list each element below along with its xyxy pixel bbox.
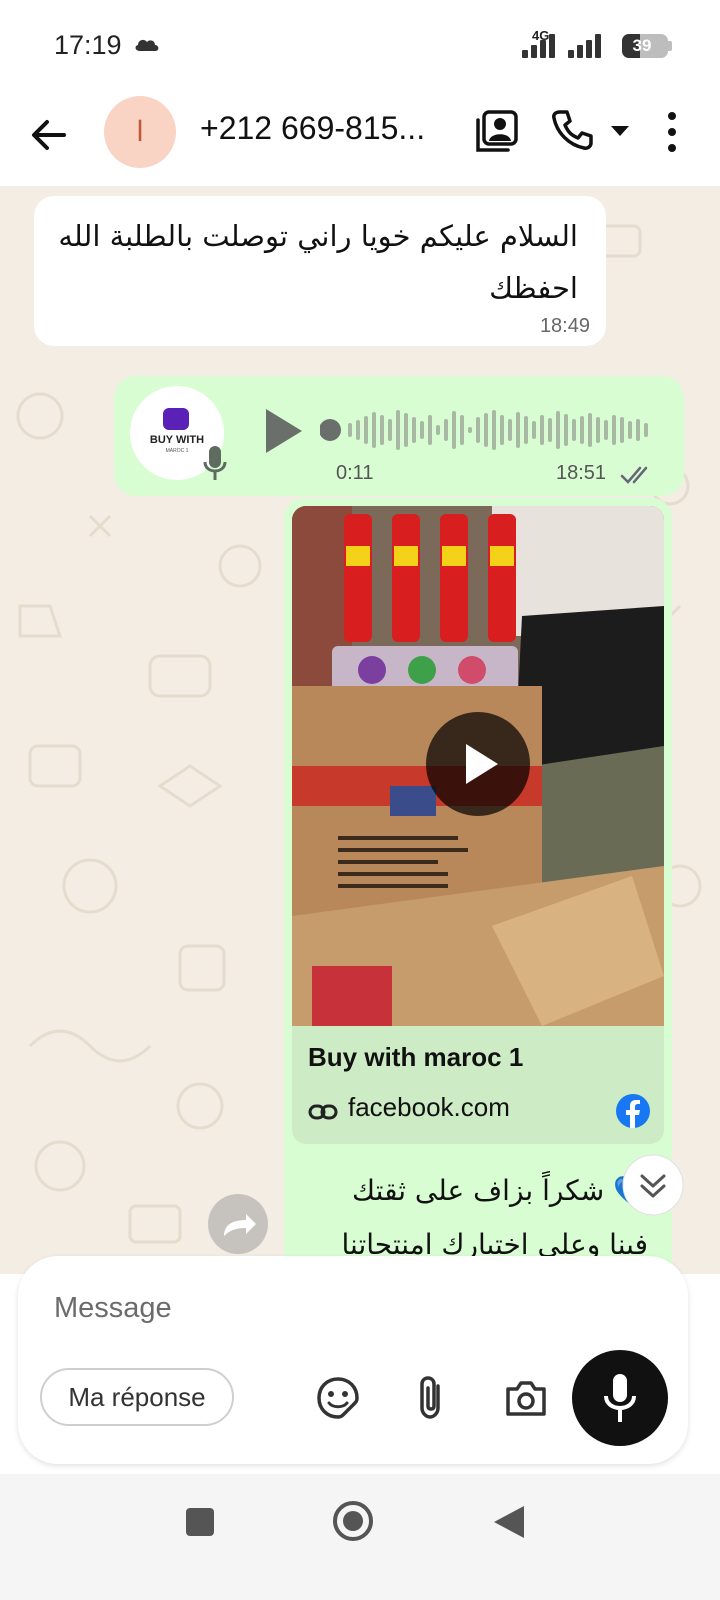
waveform-bar	[476, 417, 480, 443]
microphone-icon	[203, 446, 227, 480]
waveform-bar	[516, 412, 520, 448]
waveform-bar	[404, 413, 408, 447]
status-bar: 17:19 4G 39	[0, 0, 720, 90]
facebook-icon	[616, 1094, 650, 1128]
link-caption-line-1: 💙 شكراً بزاف على ثقتك	[352, 1174, 648, 1207]
phone-icon[interactable]	[550, 108, 594, 152]
waveform-bar	[500, 415, 504, 445]
battery-percent: 39	[632, 36, 652, 55]
waveform-bar	[484, 413, 488, 447]
waveform-bar	[620, 417, 624, 443]
camera-icon[interactable]	[504, 1376, 548, 1420]
system-nav-bar	[0, 1474, 720, 1600]
waveform-bar	[444, 419, 448, 441]
voice-duration: 0:11	[336, 462, 374, 484]
mic-icon	[604, 1374, 636, 1422]
message-timestamp: 18:49	[539, 315, 590, 337]
brand-logo-icon	[163, 408, 189, 430]
waveform-bar	[588, 413, 592, 447]
link-message-bubble[interactable]: Buy with maroc 1 facebook.com 💙 شكراً بز…	[284, 498, 672, 1274]
waveform-bar	[596, 417, 600, 443]
status-time: 17:19	[54, 30, 122, 60]
waveform-bar	[428, 415, 432, 445]
sticker-icon[interactable]	[316, 1376, 360, 1420]
contact-name[interactable]: +212 669-815...	[200, 110, 425, 147]
link-icon	[308, 1104, 338, 1120]
mic-button[interactable]	[572, 1350, 668, 1446]
waveform-bar	[572, 419, 576, 441]
link-title: Buy with maroc 1	[308, 1042, 524, 1072]
forward-icon[interactable]	[206, 1194, 270, 1254]
waveform-bar	[364, 416, 368, 444]
recents-icon[interactable]	[186, 1508, 214, 1536]
waveform-bar	[564, 414, 568, 446]
waveform-bar	[348, 423, 352, 437]
signal-icon-2	[568, 32, 601, 58]
waveform-bar	[380, 415, 384, 445]
waveform-bar	[396, 410, 400, 450]
waveform-bar	[388, 419, 392, 441]
waveform-bar	[452, 411, 456, 449]
attach-icon[interactable]	[414, 1374, 450, 1422]
waveform-bar	[436, 425, 440, 435]
waveform-bar	[508, 419, 512, 441]
waveform-bar	[356, 420, 360, 440]
voice-message-bubble[interactable]: BUY WITH MAROC 1 0:11 18:51	[114, 376, 684, 496]
message-input[interactable]	[54, 1286, 554, 1330]
waveform-bar	[540, 415, 544, 445]
scroll-to-bottom-icon[interactable]	[622, 1154, 684, 1216]
more-vertical-icon[interactable]	[662, 110, 682, 154]
waveform-bar	[548, 418, 552, 442]
video-thumbnail[interactable]	[292, 506, 664, 1026]
quick-reply-chip[interactable]: Ma réponse	[40, 1368, 234, 1426]
link-preview-card[interactable]: Buy with maroc 1 facebook.com	[292, 1026, 664, 1144]
waveform-bar	[580, 416, 584, 444]
chevron-down-icon[interactable]	[610, 124, 630, 138]
waveform-bar	[372, 412, 376, 448]
waveform-bar	[460, 415, 464, 445]
message-composer: Ma réponse	[18, 1256, 688, 1464]
contact-avatar[interactable]: ا	[104, 96, 176, 168]
play-icon[interactable]	[262, 406, 304, 456]
waveform-bar	[468, 427, 472, 433]
nav-back-icon[interactable]	[492, 1504, 526, 1540]
waveform-bar	[636, 419, 640, 441]
video-play-icon[interactable]	[426, 712, 530, 816]
waveform-bar	[628, 421, 632, 439]
battery-icon: 39	[622, 34, 668, 58]
waveform-bar	[612, 415, 616, 445]
home-icon[interactable]	[332, 1500, 374, 1542]
contact-card-icon[interactable]	[474, 108, 520, 154]
waveform-scrubber[interactable]	[320, 419, 341, 441]
back-arrow-icon[interactable]	[26, 112, 72, 158]
incoming-message-bubble[interactable]: السلام عليكم خويا راني توصلت بالطلبة الل…	[34, 196, 606, 346]
audio-waveform[interactable]	[320, 398, 650, 462]
double-tick-icon	[620, 466, 648, 484]
waveform-bar	[524, 416, 528, 444]
chat-header: ا +212 669-815...	[0, 90, 720, 186]
waveform-bar	[556, 411, 560, 449]
incoming-message-text: السلام عليكم خويا راني توصلت بالطلبة الل…	[58, 219, 578, 305]
waveform-bar	[532, 421, 536, 439]
waveform-bar	[420, 421, 424, 439]
link-domain: facebook.com	[348, 1092, 510, 1122]
cloud-icon	[135, 39, 159, 51]
waveform-bar	[412, 417, 416, 443]
signal-icon	[522, 32, 555, 58]
battery-tip	[668, 41, 672, 51]
waveform-bar	[604, 420, 608, 440]
waveform-bar	[492, 410, 496, 450]
chat-area[interactable]: السلام عليكم خويا راني توصلت بالطلبة الل…	[0, 186, 720, 1274]
message-timestamp: 18:51	[556, 462, 607, 484]
waveform-bar	[644, 423, 648, 437]
